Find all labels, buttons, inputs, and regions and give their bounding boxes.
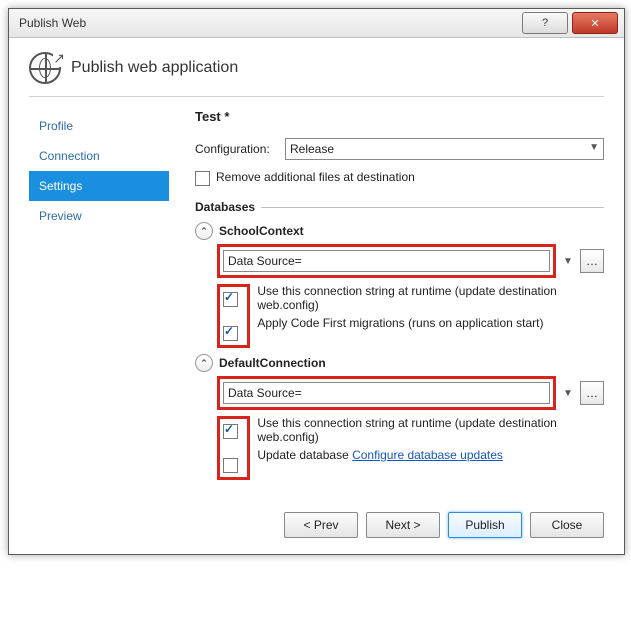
configuration-dropdown[interactable]: Release ▼	[285, 138, 604, 160]
divider	[261, 207, 604, 208]
schoolcontext-connstr-dropdown[interactable]: ▼	[560, 256, 576, 267]
sidebar-item-connection[interactable]: Connection	[29, 141, 169, 171]
close-window-button[interactable]: ✕	[572, 12, 618, 34]
sidebar-item-settings[interactable]: Settings	[29, 171, 169, 201]
chevron-up-icon[interactable]: ⌃	[195, 222, 213, 240]
schoolcontext-use-connstr-label: Use this connection string at runtime (u…	[257, 284, 587, 316]
schoolcontext-connstr-browse-button[interactable]: …	[580, 249, 604, 273]
sidebar-item-preview[interactable]: Preview	[29, 201, 169, 231]
chevron-down-icon: ▼	[589, 142, 599, 153]
defaultconnection-use-connstr-label: Use this connection string at runtime (u…	[257, 416, 587, 448]
defaultconnection-connstr-browse-button[interactable]: …	[580, 381, 604, 405]
configure-database-updates-link[interactable]: Configure database updates	[352, 448, 503, 462]
publish-button[interactable]: Publish	[448, 512, 522, 538]
sidebar-item-profile[interactable]: Profile	[29, 111, 169, 141]
help-button[interactable]: ?	[522, 12, 568, 34]
databases-header: Databases	[195, 200, 255, 214]
chevron-up-icon[interactable]: ⌃	[195, 354, 213, 372]
wizard-sidebar: Profile Connection Settings Preview	[29, 107, 169, 482]
remove-files-checkbox[interactable]	[195, 171, 210, 186]
defaultconnection-connstr-input[interactable]: Data Source=	[223, 382, 550, 404]
publish-web-icon: ↗	[29, 52, 61, 84]
prev-button[interactable]: < Prev	[284, 512, 358, 538]
defaultconnection-use-connstr-checkbox[interactable]	[223, 424, 238, 439]
schoolcontext-use-connstr-checkbox[interactable]	[223, 292, 238, 307]
configuration-value: Release	[290, 142, 334, 156]
schoolcontext-codefirst-label: Apply Code First migrations (runs on app…	[257, 316, 587, 330]
configuration-label: Configuration:	[195, 142, 285, 156]
profile-name-label: Test *	[195, 109, 604, 124]
titlebar: Publish Web ? ✕	[9, 9, 624, 38]
defaultconnection-updatedb-label: Update database	[257, 448, 348, 462]
close-button[interactable]: Close	[530, 512, 604, 538]
remove-files-label: Remove additional files at destination	[216, 170, 415, 184]
schoolcontext-connstr-input[interactable]: Data Source=	[223, 250, 550, 272]
defaultconnection-connstr-dropdown[interactable]: ▼	[560, 388, 576, 399]
db-defaultconnection-title: DefaultConnection	[219, 356, 326, 370]
schoolcontext-codefirst-checkbox[interactable]	[223, 326, 238, 341]
window-title: Publish Web	[19, 16, 522, 30]
defaultconnection-updatedb-checkbox[interactable]	[223, 458, 238, 473]
db-schoolcontext-title: SchoolContext	[219, 224, 304, 238]
page-title: Publish web application	[71, 59, 238, 77]
next-button[interactable]: Next >	[366, 512, 440, 538]
